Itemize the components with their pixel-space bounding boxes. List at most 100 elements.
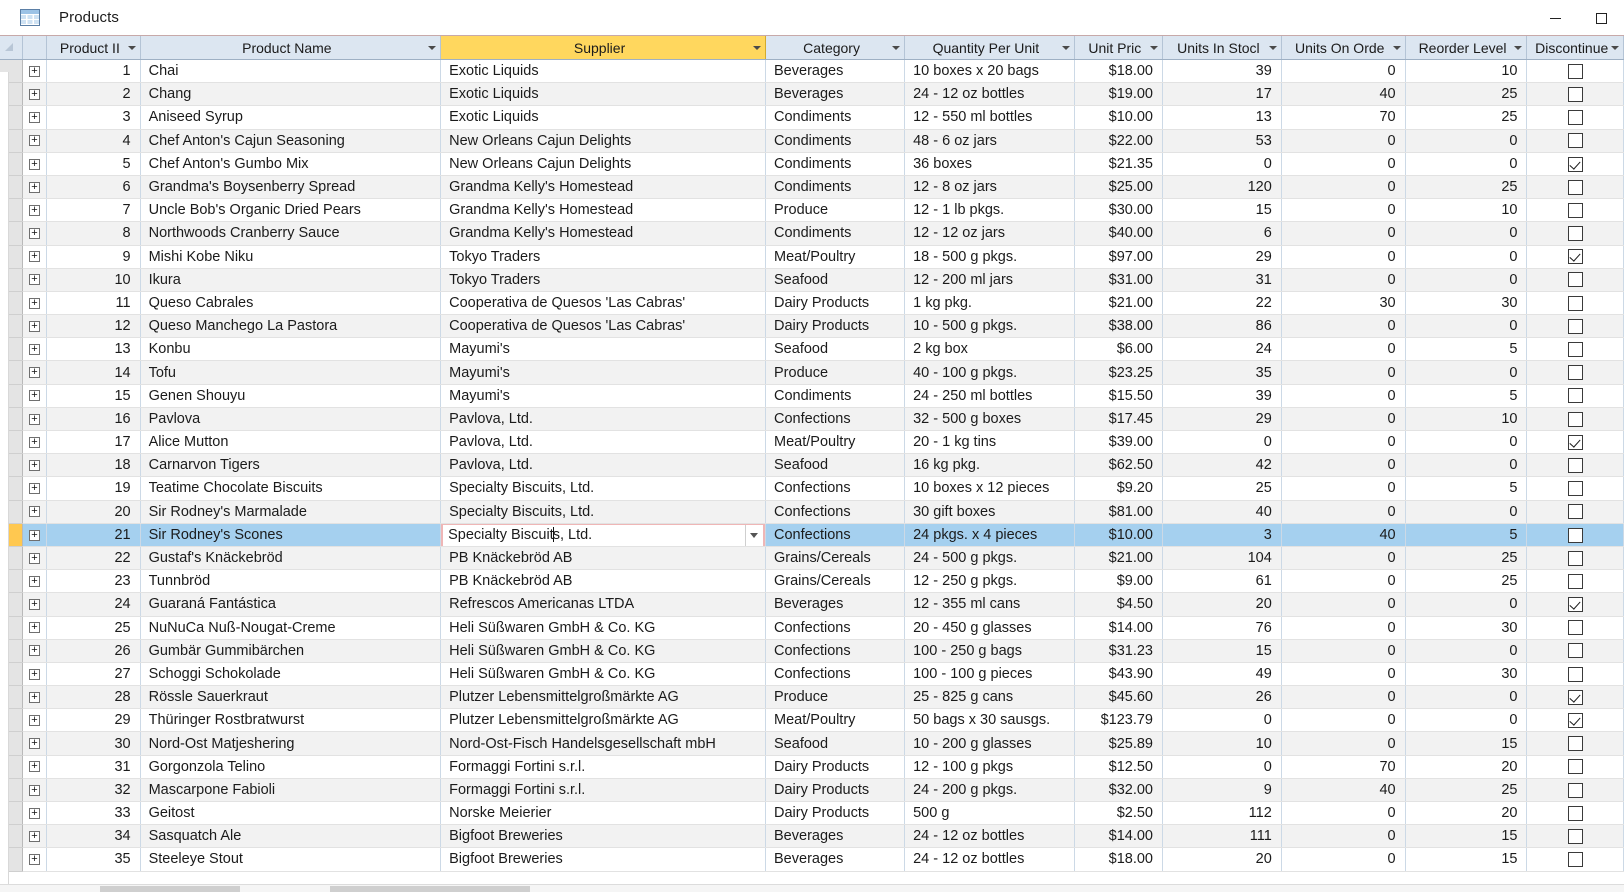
cell-onorder[interactable]: 0 (1281, 59, 1406, 84)
cell-qty[interactable]: 12 - 250 g pkgs. (904, 569, 1075, 594)
cell-name[interactable]: Ikura (140, 268, 442, 292)
cell-id[interactable]: 17 (46, 430, 141, 455)
cell-name[interactable]: Mishi Kobe Niku (140, 245, 442, 269)
cell-reorder[interactable]: 0 (1405, 245, 1528, 269)
cell-onorder[interactable]: 0 (1281, 453, 1406, 478)
table-row[interactable]: +28 Rössle Sauerkraut Plutzer Lebensmittel… (0, 685, 1624, 710)
cell-disc[interactable] (1526, 59, 1624, 84)
cell-qty[interactable]: 24 - 200 g pkgs. (904, 778, 1075, 803)
cell-supplier[interactable]: Cooperativa de Quesos 'Las Cabras' (440, 314, 767, 339)
cell-category[interactable]: Confections (765, 523, 906, 547)
cell-id[interactable]: 18 (46, 453, 141, 478)
column-header-units-on-orde[interactable]: Units On Orde (1281, 36, 1406, 60)
cell-name[interactable]: Queso Manchego La Pastora (140, 314, 442, 339)
cell-qty[interactable]: 32 - 500 g boxes (904, 407, 1075, 432)
cell-supplier[interactable]: Grandma Kelly's Homestead (440, 175, 767, 200)
cell-supplier[interactable]: Cooperativa de Quesos 'Las Cabras' (440, 291, 767, 316)
cell-stock[interactable]: 40 (1162, 500, 1282, 524)
cell-onorder[interactable]: 0 (1281, 198, 1406, 223)
cell-supplier[interactable]: Exotic Liquids (440, 105, 767, 130)
cell-price[interactable]: $21.00 (1074, 546, 1163, 571)
cell-supplier[interactable]: Pavlova, Ltd. (440, 407, 767, 432)
cell-category[interactable]: Seafood (765, 731, 906, 756)
cell-price[interactable]: $21.00 (1074, 291, 1163, 316)
cell-stock[interactable]: 0 (1162, 430, 1282, 455)
table-row[interactable]: +33 Geitost Norske Meierier Dairy Products 5… (0, 801, 1624, 826)
cell-category[interactable]: Beverages (765, 824, 906, 849)
cell-name[interactable]: Carnarvon Tigers (140, 453, 442, 478)
row-expand-button[interactable]: + (22, 592, 48, 617)
cell-stock[interactable]: 15 (1162, 639, 1282, 663)
checkbox-unchecked-icon[interactable] (1567, 759, 1583, 775)
row-expand-button[interactable]: + (22, 801, 48, 826)
cell-name[interactable]: Aniseed Syrup (140, 105, 442, 130)
cell-qty[interactable]: 12 - 550 ml bottles (904, 105, 1075, 130)
horizontal-scrollbar[interactable] (0, 884, 1624, 892)
cell-reorder[interactable]: 0 (1405, 500, 1528, 524)
checkbox-unchecked-icon[interactable] (1567, 411, 1583, 427)
cell-category[interactable]: Confections (765, 500, 906, 524)
table-row[interactable]: +27 Schoggi Schokolade Heli Süßwaren GmbH … (0, 662, 1624, 687)
cell-qty[interactable]: 50 bags x 30 sausgs. (904, 708, 1075, 733)
cell-qty[interactable]: 18 - 500 g pkgs. (904, 245, 1075, 269)
table-row[interactable]: +1 Chai Exotic Liquids Beverages 10 boxes x … (0, 59, 1624, 84)
cell-id[interactable]: 32 (46, 778, 141, 803)
cell-qty[interactable]: 12 - 100 g pkgs (904, 755, 1075, 779)
cell-qty[interactable]: 30 gift boxes (904, 500, 1075, 524)
row-expand-button[interactable]: + (22, 755, 48, 779)
cell-qty[interactable]: 24 pkgs. x 4 pieces (904, 523, 1075, 547)
cell-price[interactable]: $43.90 (1074, 662, 1163, 687)
checkbox-unchecked-icon[interactable] (1567, 573, 1583, 589)
cell-reorder[interactable]: 30 (1405, 616, 1528, 640)
cell-category[interactable]: Dairy Products (765, 801, 906, 826)
cell-onorder[interactable]: 70 (1281, 755, 1406, 779)
checkbox-unchecked-icon[interactable] (1567, 828, 1583, 844)
row-expand-button[interactable]: + (22, 546, 48, 571)
cell-disc[interactable] (1526, 731, 1624, 756)
cell-category[interactable]: Confections (765, 616, 906, 640)
datasheet-grid[interactable]: Product II Product Name Supplier Category Qu… (0, 36, 1624, 892)
cell-onorder[interactable]: 0 (1281, 221, 1406, 246)
cell-price[interactable]: $45.60 (1074, 685, 1163, 710)
cell-id[interactable]: 6 (46, 175, 141, 200)
column-header-quantity-per-unit[interactable]: Quantity Per Unit (904, 36, 1075, 60)
checkbox-unchecked-icon[interactable] (1567, 342, 1583, 358)
maximize-button[interactable] (1578, 0, 1624, 36)
row-expand-button[interactable]: + (22, 824, 48, 849)
cell-price[interactable]: $30.00 (1074, 198, 1163, 223)
cell-category[interactable]: Grains/Cereals (765, 569, 906, 594)
cell-onorder[interactable]: 0 (1281, 314, 1406, 339)
cell-disc[interactable] (1526, 198, 1624, 223)
cell-supplier[interactable]: New Orleans Cajun Delights (440, 152, 767, 176)
cell-price[interactable]: $25.00 (1074, 175, 1163, 200)
cell-price[interactable]: $31.00 (1074, 268, 1163, 292)
cell-qty[interactable]: 12 - 12 oz jars (904, 221, 1075, 246)
checkbox-unchecked-icon[interactable] (1567, 110, 1583, 126)
cell-price[interactable]: $97.00 (1074, 245, 1163, 269)
cell-name[interactable]: Northwoods Cranberry Sauce (140, 221, 442, 246)
cell-disc[interactable] (1526, 523, 1624, 547)
cell-reorder[interactable]: 0 (1405, 430, 1528, 455)
checkbox-unchecked-icon[interactable] (1567, 457, 1583, 473)
cell-id[interactable]: 11 (46, 291, 141, 316)
table-row[interactable]: +16 Pavlova Pavlova, Ltd. Confections 32 - 5… (0, 407, 1624, 432)
cell-id[interactable]: 22 (46, 546, 141, 571)
cell-reorder[interactable]: 0 (1405, 453, 1528, 478)
checkbox-unchecked-icon[interactable] (1567, 527, 1583, 543)
cell-name[interactable]: Nord-Ost Matjeshering (140, 731, 442, 756)
column-header-units-in-stocl[interactable]: Units In Stocl (1162, 36, 1282, 60)
cell-category[interactable]: Condiments (765, 105, 906, 130)
cell-disc[interactable] (1526, 105, 1624, 130)
cell-reorder[interactable]: 0 (1405, 360, 1528, 385)
cell-stock[interactable]: 29 (1162, 245, 1282, 269)
cell-onorder[interactable]: 0 (1281, 337, 1406, 362)
cell-price[interactable]: $18.00 (1074, 847, 1163, 872)
supplier-combobox[interactable]: Specialty Biscuits, Ltd. (441, 523, 765, 546)
cell-name[interactable]: Rössle Sauerkraut (140, 685, 442, 710)
row-expand-button[interactable]: + (22, 337, 48, 362)
cell-disc[interactable] (1526, 314, 1624, 339)
cell-id[interactable]: 28 (46, 685, 141, 710)
cell-onorder[interactable]: 0 (1281, 129, 1406, 153)
cell-id[interactable]: 10 (46, 268, 141, 292)
cell-id[interactable]: 21 (46, 523, 141, 547)
